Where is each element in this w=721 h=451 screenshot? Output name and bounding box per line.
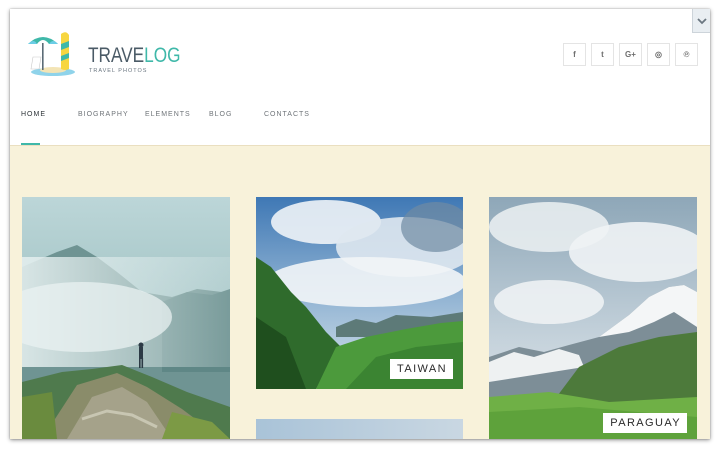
twitter-button[interactable]: t	[591, 43, 614, 66]
nav-item-label: HOME	[21, 111, 46, 118]
gallery-card-taiwan[interactable]: TAIWAN	[256, 197, 463, 389]
scroll-toggle-button[interactable]	[692, 9, 710, 33]
gallery-section: TAIWAN PARAGUAY	[10, 146, 710, 439]
pinterest-icon: ℗	[683, 50, 690, 59]
brand-title-part-2: LOG	[144, 44, 181, 67]
social-links: f t G+ ◎ ℗	[563, 43, 698, 66]
google-plus-icon: G+	[625, 50, 636, 59]
chevron-down-icon	[696, 17, 707, 24]
brand-subtitle: TRAVEL PHOTOS	[89, 68, 148, 74]
nav-item-label: BIOGRAPHY	[78, 111, 129, 118]
gallery-card-paraguay[interactable]: PARAGUAY	[489, 197, 697, 439]
brand-title: TRAVELOG	[88, 44, 181, 68]
pinterest-button[interactable]: ℗	[675, 43, 698, 66]
site-header: TRAVELOG TRAVEL PHOTOS f t G+ ◎ ℗ HOME B…	[10, 9, 710, 145]
nav-item-biography[interactable]: BIOGRAPHY	[78, 111, 129, 145]
nav-item-home[interactable]: HOME	[21, 111, 46, 145]
nav-item-contacts[interactable]: CONTACTS	[264, 111, 310, 145]
facebook-button[interactable]: f	[563, 43, 586, 66]
google-plus-button[interactable]: G+	[619, 43, 642, 66]
nav-item-label: CONTACTS	[264, 111, 310, 118]
gallery-card-hiker[interactable]	[22, 197, 230, 439]
nav-item-blog[interactable]: BLOG	[209, 111, 232, 145]
browser-frame: TRAVELOG TRAVEL PHOTOS f t G+ ◎ ℗ HOME B…	[10, 9, 710, 439]
location-label-paraguay: PARAGUAY	[603, 413, 687, 433]
partial-sky-photo	[256, 419, 463, 439]
beach-umbrella-logo-icon	[28, 32, 75, 76]
nav-item-label: BLOG	[209, 111, 233, 118]
nav-item-label: ELEMENTS	[145, 111, 191, 118]
instagram-button[interactable]: ◎	[647, 43, 670, 66]
paraguay-mountain-photo	[489, 197, 697, 439]
instagram-icon: ◎	[655, 50, 662, 59]
location-label-taiwan: TAIWAN	[390, 359, 453, 379]
nav-item-elements[interactable]: ELEMENTS	[145, 111, 191, 145]
facebook-icon: f	[573, 50, 576, 59]
twitter-icon: t	[601, 50, 604, 59]
site-logo[interactable]: TRAVELOG TRAVEL PHOTOS	[23, 29, 181, 81]
mountain-hiker-photo	[22, 197, 230, 439]
gallery-card-partial[interactable]	[256, 419, 463, 439]
brand-title-part-1: TRAVE	[88, 44, 145, 67]
